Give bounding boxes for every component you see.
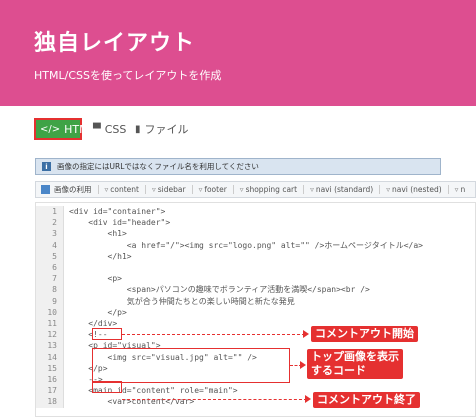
snippet-chip[interactable]: ▿ n: [447, 185, 465, 194]
line-number: 5: [36, 250, 64, 262]
notice-text: 画像の指定にはURLではなくファイル名を利用してください: [57, 162, 259, 171]
arrowhead: [300, 361, 306, 369]
code-text: <div id="container">: [69, 207, 166, 216]
code-text: <main id="content" role="main">: [69, 386, 238, 396]
snippet-chip[interactable]: ▿ sidebar: [144, 185, 186, 194]
code-icon: </>: [40, 123, 61, 135]
image-icon: [41, 185, 50, 194]
code-text: <span>パソコンの趣味でボランティア活動を満喫</span><br />: [69, 285, 370, 295]
tab-file-label: ファイル: [144, 123, 189, 136]
code-line: 1 <div id="container">: [36, 206, 475, 218]
callout-top-image-code: トップ画像を表示 するコード: [307, 349, 403, 379]
paint-roller-icon: ▀: [93, 123, 101, 135]
line-number: 18: [36, 396, 64, 408]
snippet-toolbar: 画像の利用 ▿ content ▿ sidebar ▿ footer ▿ shoppin…: [35, 181, 476, 198]
line-number: 8: [36, 284, 64, 296]
arrowhead: [305, 395, 311, 403]
line-number: 1: [36, 206, 64, 218]
arrow-line: [122, 334, 305, 335]
snippet-chip[interactable]: ▿ footer: [191, 185, 227, 194]
line-number: 7: [36, 273, 64, 285]
line-number: 12: [36, 329, 64, 341]
info-icon: i: [42, 162, 51, 171]
highlight-comment-start: [92, 328, 122, 340]
snippet-image-usage[interactable]: 画像の利用: [54, 184, 92, 195]
code-text: <a href="/"><img src="logo.png" alt="" /…: [69, 240, 423, 250]
code-text: <p>: [69, 274, 122, 284]
code-line: 6: [36, 262, 475, 274]
code-text: 気が合う仲間たちとの楽しい時間と新たな発見: [69, 296, 295, 306]
line-number: 15: [36, 362, 64, 374]
line-number: 9: [36, 295, 64, 307]
callout-comment-start: コメントアウト開始: [311, 326, 418, 342]
snippet-chip[interactable]: ▿ navi (standard): [303, 185, 373, 194]
code-text: <div id="header">: [69, 218, 171, 228]
snippet-chip[interactable]: ▿ content: [97, 185, 139, 194]
tab-css-label: CSS: [104, 122, 127, 136]
line-number: 14: [36, 351, 64, 363]
line-number: 16: [36, 374, 64, 386]
callout-comment-end: コメントアウト終了: [313, 392, 420, 408]
code-text: </h1>: [69, 251, 132, 261]
line-number: 11: [36, 318, 64, 330]
highlight-top-image-code: [92, 348, 290, 383]
code-line: 5 </h1>: [36, 250, 475, 262]
tab-html-label: HTML: [64, 122, 95, 136]
tab-html[interactable]: </> HTML: [34, 118, 95, 140]
page-subtitle: HTML/CSSを使ってレイアウトを作成: [34, 69, 222, 82]
line-number: 10: [36, 306, 64, 318]
files-icon: ▮: [135, 123, 141, 135]
highlight-comment-end: [92, 381, 122, 393]
line-number: 3: [36, 228, 64, 240]
notice-bar: i 画像の指定にはURLではなくファイル名を利用してください: [35, 158, 441, 175]
code-line: 9 気が合う仲間たちとの楽しい時間と新たな発見: [36, 295, 475, 307]
code-text: <h1>: [69, 229, 127, 239]
page-title: 独自レイアウト: [34, 31, 196, 56]
code-line: 8 <span>パソコンの趣味でボランティア活動を満喫</span><br />: [36, 284, 475, 296]
line-number: 6: [36, 262, 64, 274]
arrowhead: [303, 330, 309, 338]
editor-tabs: </> HTML ▀ CSS ▮ ファイル: [0, 118, 476, 140]
line-number: 17: [36, 385, 64, 397]
line-number: 2: [36, 217, 64, 229]
line-number: 4: [36, 239, 64, 251]
tab-css[interactable]: ▀ CSS: [93, 118, 126, 140]
code-line: 7 <p>: [36, 273, 475, 285]
code-line: 2 <div id="header">: [36, 217, 475, 229]
arrow-line: [122, 399, 307, 400]
page-banner: 独自レイアウト HTML/CSSを使ってレイアウトを作成: [0, 0, 476, 106]
line-number: 13: [36, 340, 64, 352]
code-text: </p>: [69, 307, 127, 317]
code-line: 10 </p>: [36, 306, 475, 318]
snippet-chip[interactable]: ▿ navi (nested): [379, 185, 442, 194]
code-line: 4 <a href="/"><img src="logo.png" alt=""…: [36, 239, 475, 251]
snippet-chip[interactable]: ▿ shopping cart: [232, 185, 297, 194]
code-line: 3 <h1>: [36, 228, 475, 240]
tab-file[interactable]: ▮ ファイル: [135, 118, 189, 140]
